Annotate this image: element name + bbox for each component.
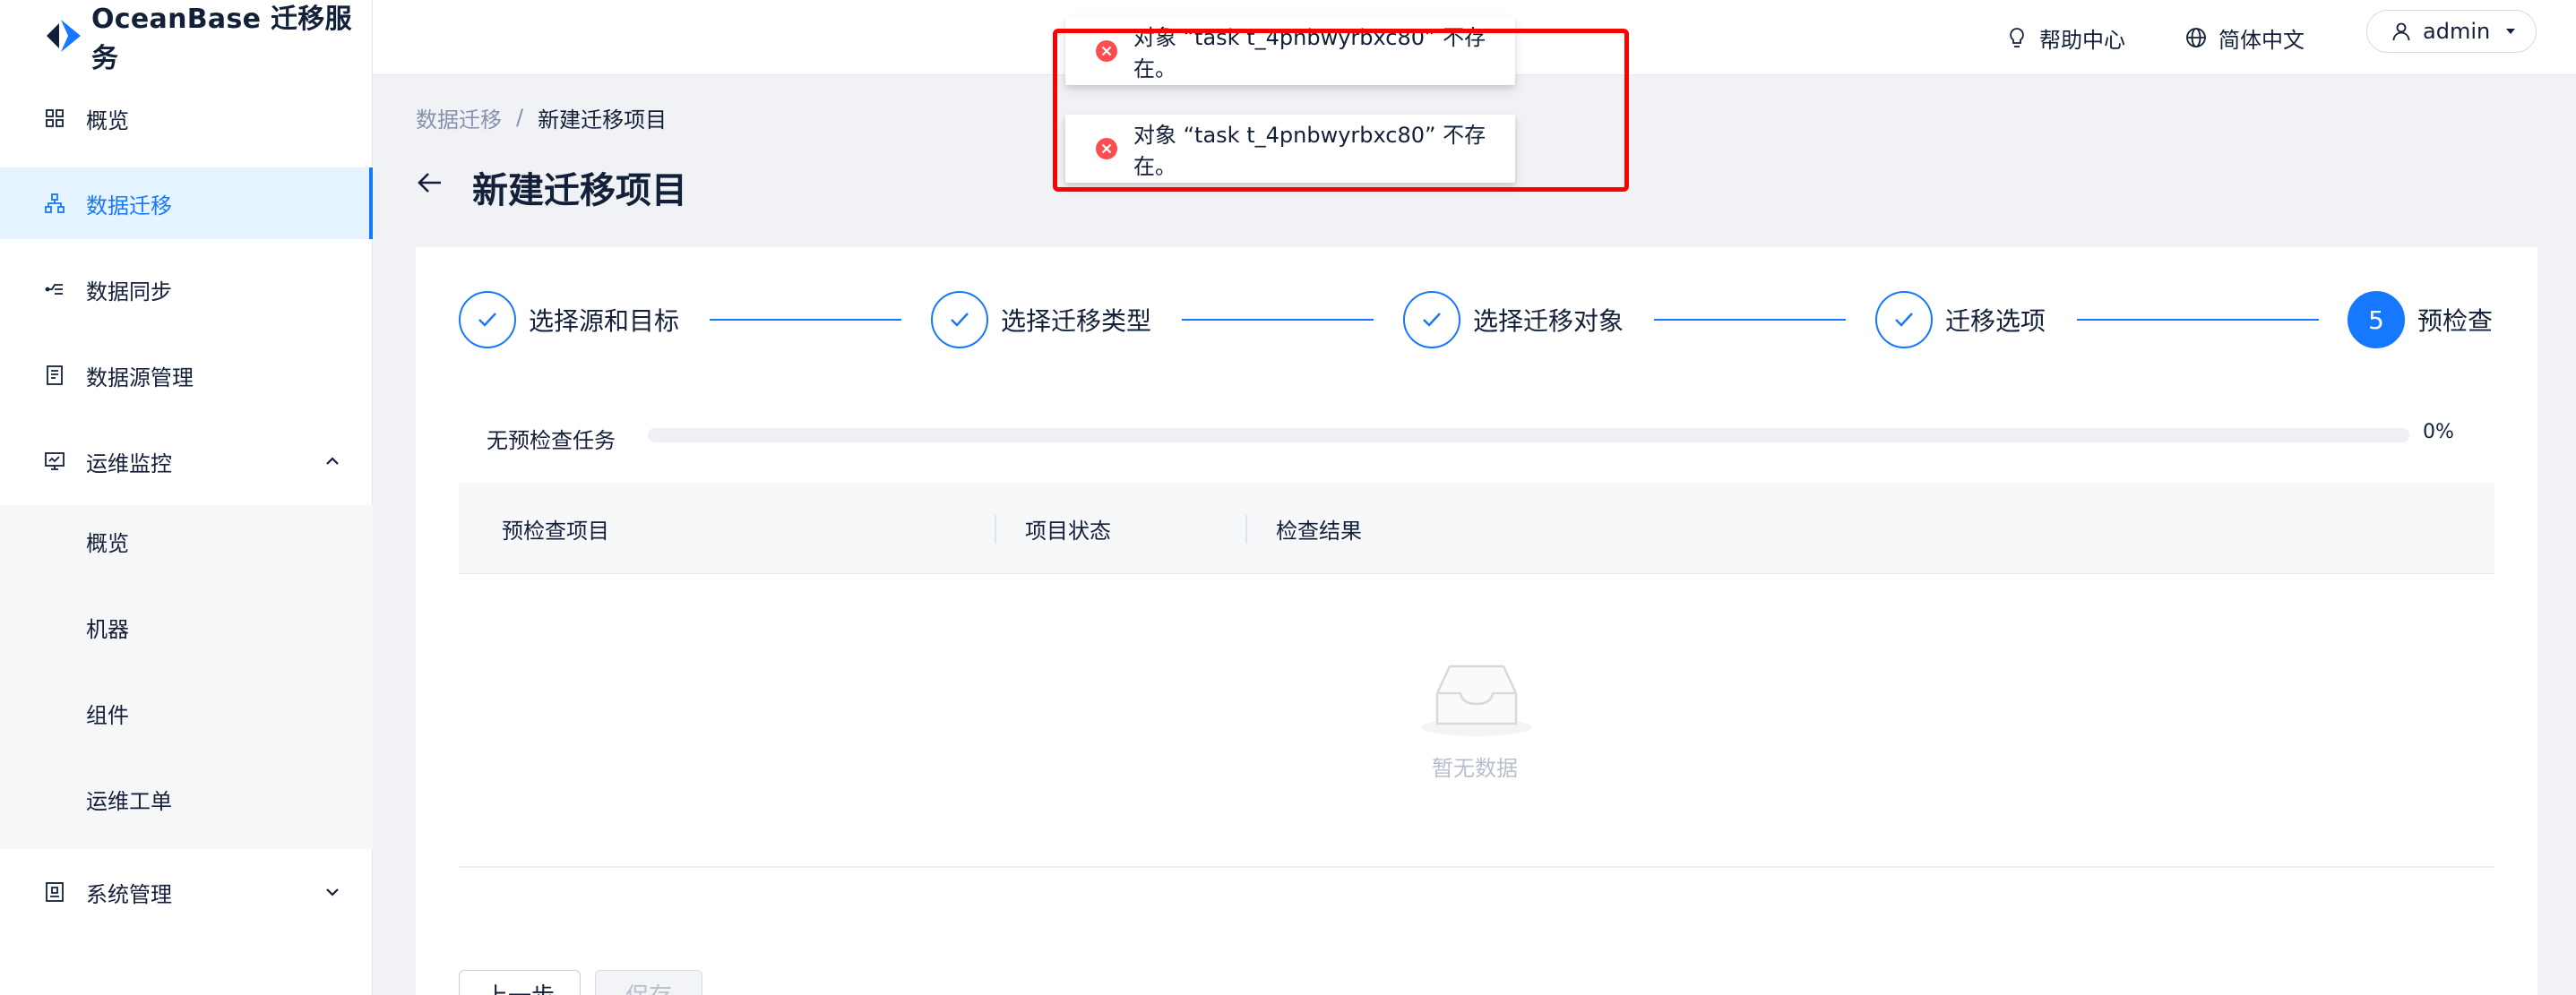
- step-label: 选择迁移对象: [1473, 306, 1624, 336]
- sidebar-item-data-migration[interactable]: 数据迁移: [0, 167, 373, 239]
- oceanbase-logo-icon: [41, 14, 86, 57]
- sidebar-item-overview[interactable]: 概览: [0, 82, 373, 154]
- empty-state-text: 暂无数据: [1432, 756, 1518, 781]
- error-circle-icon: [1094, 39, 1119, 64]
- sidebar-item-label: 系统管理: [86, 881, 172, 907]
- table-divider: [459, 866, 2494, 868]
- submenu-item-ops-tickets[interactable]: 运维工单: [0, 763, 373, 835]
- step-label: 预检查: [2417, 306, 2494, 336]
- sidebar-item-data-sync[interactable]: 数据同步: [0, 253, 373, 325]
- precheck-progress-bar: [648, 428, 2409, 442]
- step-number: 5: [2348, 291, 2405, 348]
- migration-network-icon: [43, 192, 66, 215]
- sidebar: OceanBase 迁移服务 概览 数据迁移 数据同步 数据源管理 运维监控 概…: [0, 0, 373, 995]
- submenu-item-components[interactable]: 组件: [0, 677, 373, 749]
- submenu-item-label: 运维工单: [86, 788, 172, 814]
- sync-branch-icon: [43, 278, 66, 301]
- caret-down-icon: [2504, 25, 2517, 38]
- language-label: 简体中文: [2218, 27, 2305, 53]
- username-label: admin: [2423, 19, 2491, 44]
- datasource-doc-icon: [43, 364, 66, 387]
- error-toast: 对象 “task t_4pnbwyrbxc80” 不存在。: [1065, 115, 1515, 183]
- step-precheck[interactable]: 5 预检查: [2348, 290, 2493, 349]
- user-icon: [2391, 21, 2412, 42]
- empty-inbox-icon: [1419, 657, 1534, 738]
- sidebar-item-label: 数据同步: [86, 279, 172, 305]
- help-center-label: 帮助中心: [2039, 27, 2125, 53]
- main-card: [416, 247, 2537, 995]
- check-icon: [931, 291, 988, 348]
- monitor-icon: [43, 450, 66, 473]
- lightbulb-icon: [2005, 26, 2029, 49]
- globe-icon: [2184, 26, 2208, 49]
- sidebar-item-label: 运维监控: [86, 450, 172, 476]
- logo[interactable]: OceanBase 迁移服务: [41, 4, 372, 74]
- sidebar-item-system[interactable]: 系统管理: [0, 856, 373, 928]
- step-label: 选择源和目标: [529, 306, 680, 336]
- breadcrumb-separator: /: [516, 105, 524, 130]
- submenu-item-label: 概览: [86, 530, 129, 556]
- submenu-item-label: 组件: [86, 702, 129, 728]
- step-connector: [1182, 319, 1374, 321]
- system-settings-icon: [43, 880, 66, 904]
- step-select-migration-objects[interactable]: 选择迁移对象: [1403, 290, 1624, 349]
- breadcrumb-current: 新建迁移项目: [538, 107, 668, 133]
- submenu-item-label: 机器: [86, 616, 129, 642]
- save-button[interactable]: 保存: [595, 970, 702, 995]
- sidebar-item-label: 数据源管理: [86, 365, 194, 390]
- step-label: 迁移选项: [1945, 306, 2046, 336]
- column-divider[interactable]: [995, 515, 996, 544]
- sidebar-item-datasource[interactable]: 数据源管理: [0, 339, 373, 411]
- breadcrumb: 数据迁移 / 新建迁移项目: [416, 101, 667, 133]
- check-icon: [459, 291, 516, 348]
- chevron-up-icon[interactable]: [323, 451, 342, 471]
- step-connector: [710, 319, 901, 321]
- column-divider[interactable]: [1245, 515, 1247, 544]
- submenu-item-overview[interactable]: 概览: [0, 505, 373, 577]
- ops-submenu: 概览 机器 组件 运维工单: [0, 505, 373, 849]
- breadcrumb-parent[interactable]: 数据迁移: [416, 102, 502, 133]
- toast-message: 对象 “task t_4pnbwyrbxc80” 不存在。: [1133, 123, 1486, 179]
- precheck-progress-label: 无预检查任务: [487, 428, 616, 453]
- column-header-check-result: 检查结果: [1276, 518, 1362, 544]
- step-migration-options[interactable]: 迁移选项: [1875, 290, 2046, 349]
- step-connector: [2077, 319, 2319, 321]
- logo-text: OceanBase 迁移服务: [91, 4, 352, 74]
- error-circle-icon: [1094, 136, 1119, 161]
- step-select-migration-type[interactable]: 选择迁移类型: [931, 290, 1151, 349]
- submenu-item-machines[interactable]: 机器: [0, 591, 373, 663]
- toast-message: 对象 “task t_4pnbwyrbxc80” 不存在。: [1133, 25, 1486, 81]
- error-toast: 对象 “task t_4pnbwyrbxc80” 不存在。: [1065, 17, 1515, 85]
- step-label: 选择迁移类型: [1001, 306, 1152, 336]
- precheck-table-header: 预检查项目 项目状态 检查结果: [459, 483, 2494, 574]
- sidebar-item-label: 数据迁移: [86, 193, 172, 219]
- sidebar-item-ops-monitor[interactable]: 运维监控: [0, 425, 373, 497]
- column-header-precheck-item: 预检查项目: [502, 518, 609, 544]
- sidebar-item-label: 概览: [86, 107, 129, 133]
- previous-step-button[interactable]: 上一步: [459, 970, 581, 995]
- check-icon: [1875, 291, 1933, 348]
- check-icon: [1403, 291, 1460, 348]
- user-menu-button[interactable]: admin: [2366, 10, 2537, 53]
- page-title: 新建迁移项目: [472, 170, 687, 211]
- back-arrow-icon[interactable]: [414, 167, 446, 199]
- dashboard-grid-icon: [43, 107, 66, 130]
- language-switcher[interactable]: 简体中文: [2184, 18, 2305, 57]
- precheck-progress-percent: 0%: [2423, 421, 2454, 443]
- step-connector: [1654, 319, 1846, 321]
- column-header-item-status: 项目状态: [1025, 518, 1111, 544]
- step-select-source-target[interactable]: 选择源和目标: [459, 290, 679, 349]
- chevron-down-icon[interactable]: [323, 882, 342, 902]
- help-center-link[interactable]: 帮助中心: [2005, 18, 2125, 57]
